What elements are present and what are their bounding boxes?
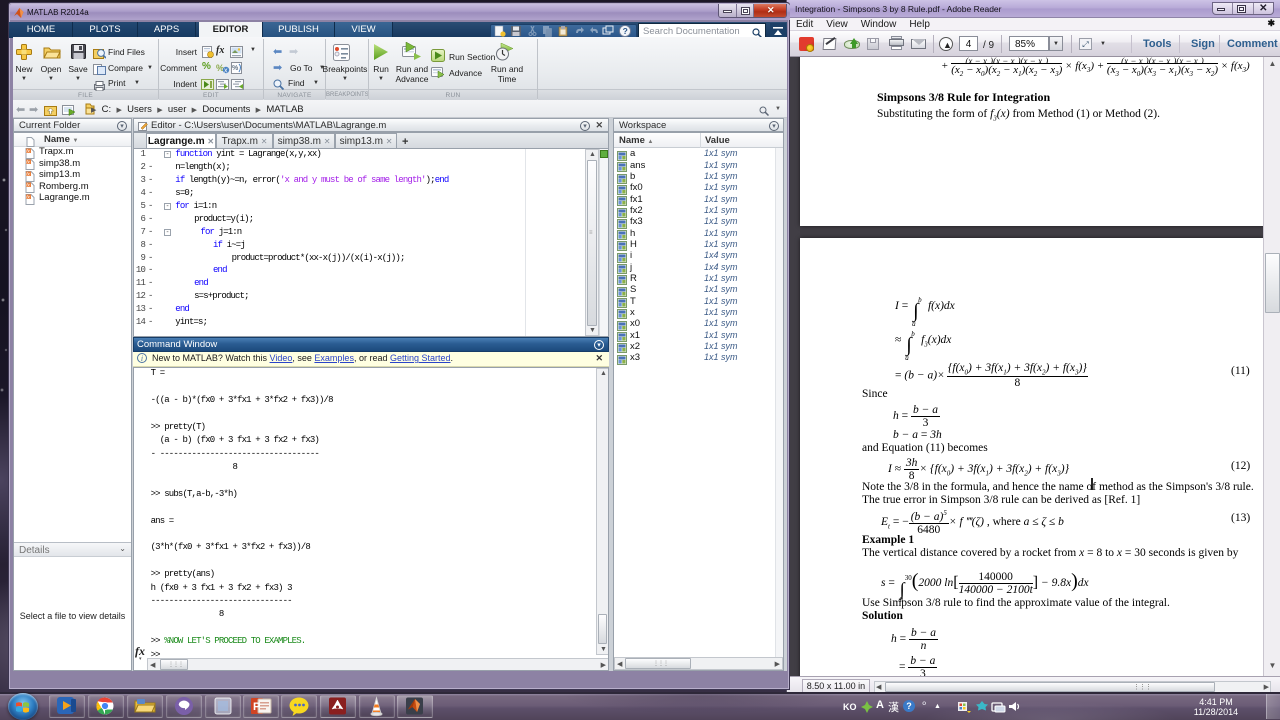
svg-text:%: % xyxy=(232,65,239,72)
svg-text:x: x xyxy=(224,68,228,75)
svg-text:?: ? xyxy=(623,26,628,36)
svg-text:%: % xyxy=(216,63,224,73)
